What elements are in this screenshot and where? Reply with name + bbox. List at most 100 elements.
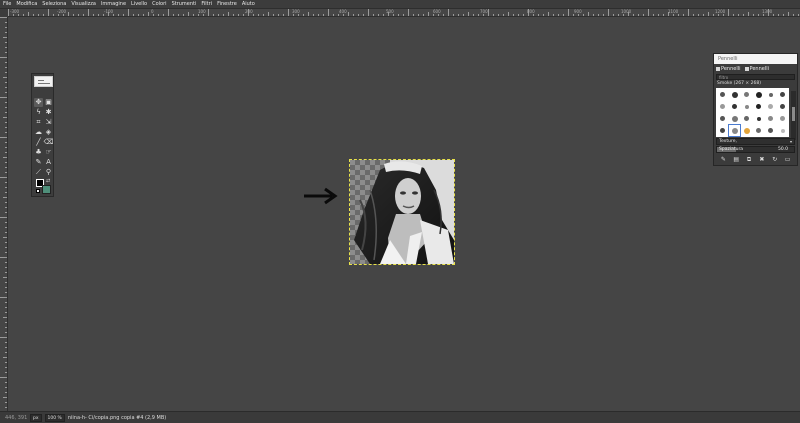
tab-brushes-2[interactable]: Pennelli: [744, 66, 769, 72]
brush-shape: [744, 92, 749, 97]
brush-shape: [768, 128, 773, 133]
brush-preview[interactable]: [729, 89, 740, 100]
brush-preview[interactable]: [717, 125, 728, 136]
text-tool[interactable]: A: [44, 158, 53, 167]
new-brush-icon[interactable]: ▤: [733, 156, 740, 163]
menu-item-visualizza[interactable]: Visualizza: [71, 0, 96, 9]
brush-preview[interactable]: [741, 89, 752, 100]
paintbrush-tool[interactable]: ╱: [34, 138, 43, 147]
brush-preview[interactable]: [717, 89, 728, 100]
menu-item-modifica[interactable]: Modifica: [16, 0, 37, 9]
ruler-label: -300: [10, 9, 20, 14]
brush-shape: [768, 116, 773, 121]
crop-tool[interactable]: ⌗: [34, 118, 43, 127]
brush-preview[interactable]: [777, 125, 788, 136]
brush-tab-icon: [744, 66, 749, 71]
vertical-ruler[interactable]: [0, 17, 8, 411]
ruler-label: 1100: [668, 9, 679, 14]
transform-tool[interactable]: ⇲: [44, 118, 53, 127]
edit-brush-icon[interactable]: ✎: [720, 156, 727, 163]
brush-shape: [756, 104, 761, 109]
brush-preview[interactable]: [777, 101, 788, 112]
smudge-tool[interactable]: ☞: [44, 148, 53, 157]
brush-preview[interactable]: [741, 101, 752, 112]
horizontal-ruler[interactable]: -300 -200 -100 0 100 200 300 400 500 600 700 800 900…: [8, 9, 800, 17]
brush-tag-select[interactable]: Texture, ▾: [716, 138, 795, 145]
fuzzy-select-tool[interactable]: ✱: [44, 108, 53, 117]
ruler-label: 500: [386, 9, 394, 14]
zoom-select[interactable]: 100 %: [44, 413, 65, 422]
brush-preview[interactable]: [729, 113, 740, 124]
unit-select[interactable]: px: [30, 413, 42, 422]
swap-colors-icon[interactable]: ⇄: [46, 178, 50, 184]
tab-label: Pennelli: [721, 65, 741, 72]
eraser-tool[interactable]: ⌫: [44, 138, 54, 147]
ruler-label: 0: [151, 9, 154, 14]
spacing-slider[interactable]: Spaziatura 50.0: [716, 146, 795, 153]
move-tool[interactable]: ✥: [34, 98, 43, 107]
tab-brushes[interactable]: Pennelli: [716, 66, 741, 72]
bucket-fill-tool[interactable]: ◈: [44, 128, 53, 137]
scrollbar-thumb[interactable]: [792, 107, 795, 121]
brush-shape: [731, 127, 738, 134]
rect-select-tool[interactable]: ▣: [44, 98, 53, 107]
brush-list-scrollbar[interactable]: [791, 91, 796, 140]
menu-item-finestre[interactable]: Finestre: [217, 0, 237, 9]
brush-preview[interactable]: [765, 113, 776, 124]
ruler-label: 800: [527, 9, 535, 14]
color-picker-tool[interactable]: ⟋: [34, 168, 43, 177]
toolbox-handle[interactable]: [34, 76, 53, 87]
ruler-label: 700: [480, 9, 488, 14]
brush-preview[interactable]: [741, 113, 752, 124]
brush-preview[interactable]: [728, 124, 741, 137]
lasso-tool[interactable]: ϟ: [34, 108, 43, 117]
brush-shape: [768, 92, 773, 97]
duplicate-brush-icon[interactable]: ⧉: [746, 156, 753, 163]
brush-preview[interactable]: [765, 125, 776, 136]
brush-shape: [720, 104, 725, 109]
brush-preview[interactable]: [729, 101, 740, 112]
ruler-corner[interactable]: [0, 9, 8, 17]
status-bar: 446, 391 px 100 % niina-h- Ci/copia.png …: [0, 411, 800, 423]
brush-preview[interactable]: [753, 125, 764, 136]
brush-preview[interactable]: [765, 89, 776, 100]
brush-preview[interactable]: [777, 113, 788, 124]
ruler-label: 1000: [621, 9, 632, 14]
menu-item-livello[interactable]: Livello: [131, 0, 147, 9]
brush-preview[interactable]: [753, 89, 764, 100]
brush-preview[interactable]: [753, 101, 764, 112]
brush-shape: [756, 128, 761, 133]
brush-preview[interactable]: [741, 125, 752, 136]
clone-tool[interactable]: ♣: [34, 148, 43, 157]
spacing-label: Spaziatura: [719, 147, 744, 152]
tag-select-value: Texture,: [719, 139, 737, 144]
brush-preview[interactable]: [717, 113, 728, 124]
brush-preview[interactable]: [777, 89, 788, 100]
open-as-image-icon[interactable]: ▭: [784, 156, 791, 163]
zoom-tool[interactable]: ⚲: [44, 168, 53, 177]
brush-preview[interactable]: [717, 101, 728, 112]
menu-item-colori[interactable]: Colori: [152, 0, 166, 9]
paths-tool[interactable]: ✎: [34, 158, 43, 167]
delete-brush-icon[interactable]: ✖: [758, 156, 765, 163]
panel-title[interactable]: Pennelli: [714, 54, 797, 64]
brush-shape: [755, 91, 762, 98]
refresh-brushes-icon[interactable]: ↻: [771, 156, 778, 163]
arrow-right-icon: [304, 187, 338, 205]
brush-filter-input[interactable]: filtro: [716, 74, 795, 80]
panel-buttons: ✎ ▤ ⧉ ✖ ↻ ▭: [714, 154, 797, 165]
brush-shape: [744, 116, 749, 121]
brush-preview[interactable]: [765, 101, 776, 112]
menu-item-strumenti[interactable]: Strumenti: [172, 0, 197, 9]
menu-item-immagine[interactable]: Immagine: [101, 0, 126, 9]
reset-colors-icon[interactable]: [36, 189, 40, 193]
background-color-swatch[interactable]: [42, 185, 51, 194]
brush-grid: [716, 88, 789, 137]
menu-item-seleziona[interactable]: Seleziona: [42, 0, 66, 9]
brush-preview[interactable]: [753, 113, 764, 124]
menu-item-aiuto[interactable]: Aiuto: [242, 0, 255, 9]
canvas-image-layer[interactable]: [349, 159, 455, 265]
menu-item-file[interactable]: File: [3, 0, 11, 9]
menu-item-filtri[interactable]: Filtri: [201, 0, 212, 9]
warp-tool[interactable]: ☁: [34, 128, 43, 137]
